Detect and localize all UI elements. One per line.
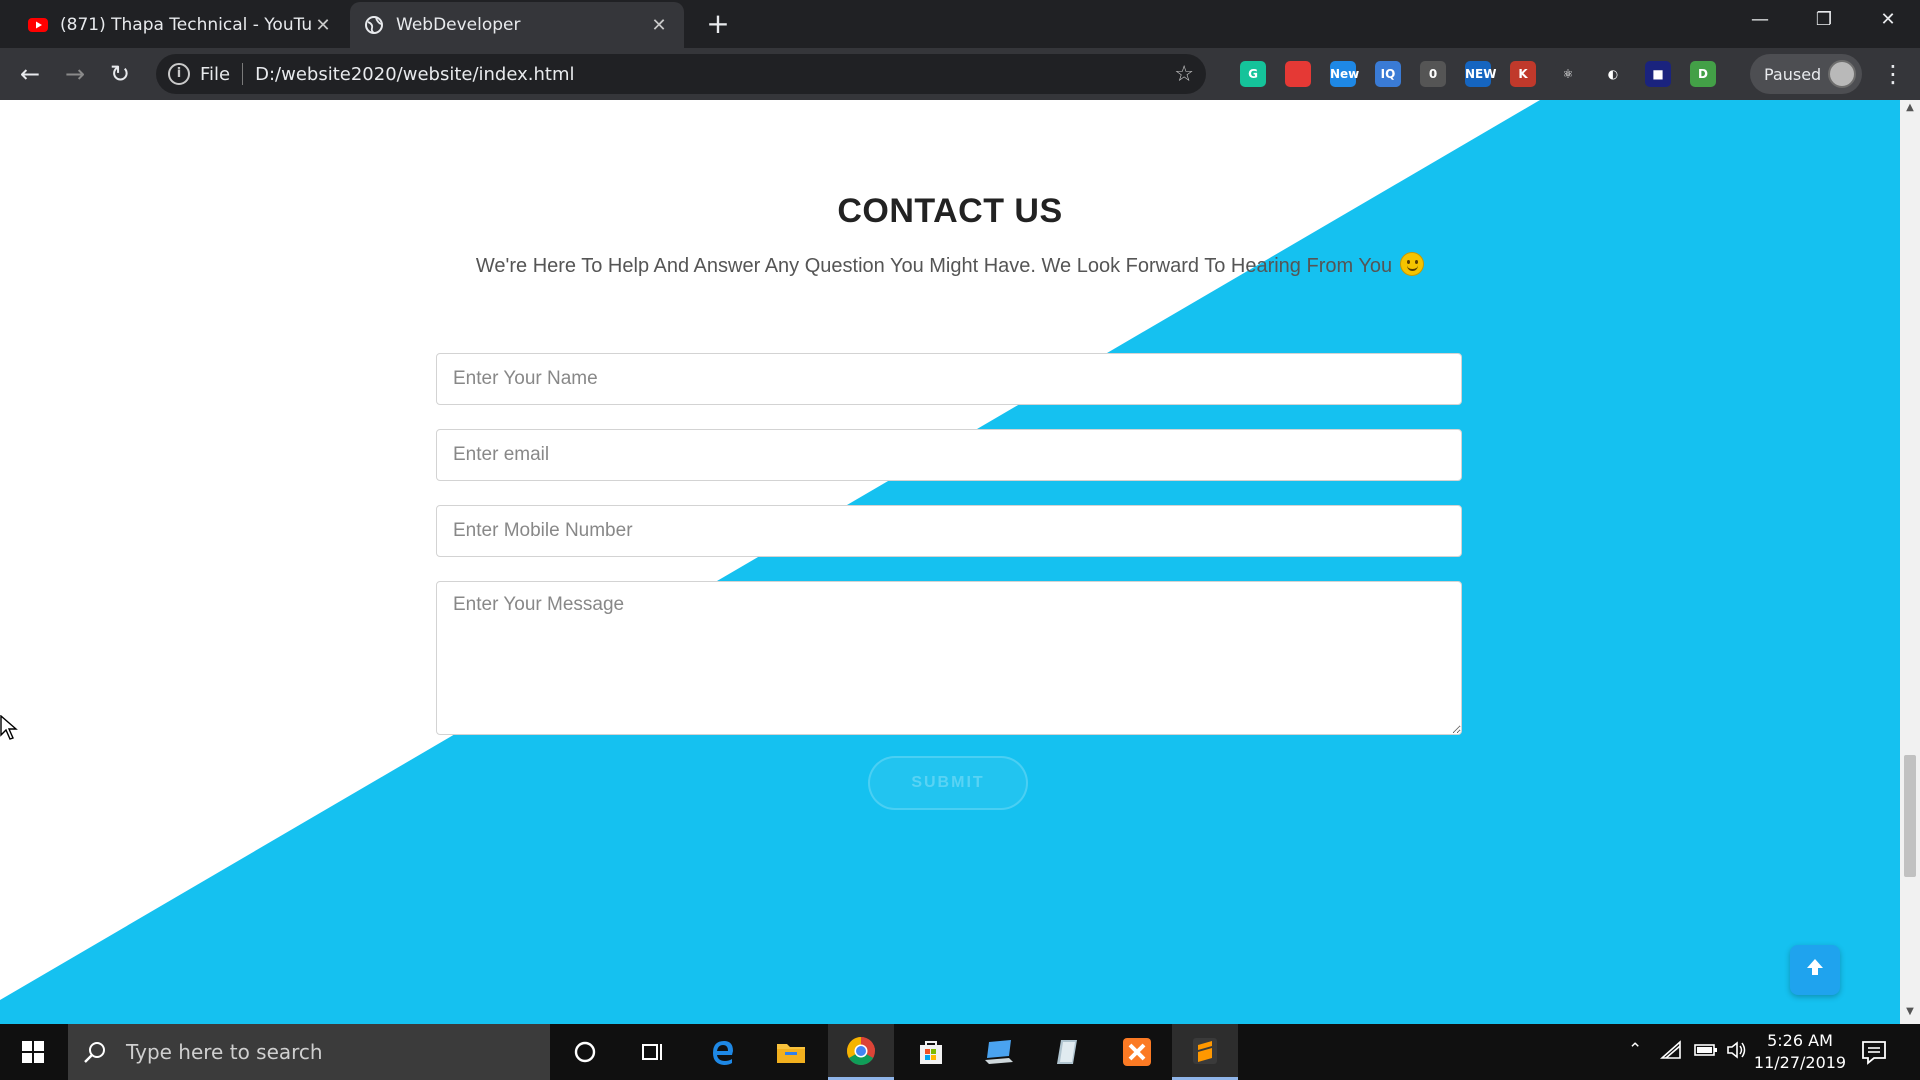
name-field[interactable]	[436, 353, 1462, 405]
scroll-down-icon[interactable]: ▼	[1900, 1006, 1920, 1022]
wifi-icon	[1659, 1040, 1681, 1059]
forward-arrow-icon[interactable]: →	[57, 56, 93, 92]
cortana-circle-icon	[574, 1041, 596, 1063]
info-icon[interactable]: i	[168, 63, 190, 85]
cortana-icon[interactable]	[552, 1024, 618, 1080]
youtube-icon	[28, 18, 48, 32]
iq-icon[interactable]: IQ	[1375, 61, 1401, 87]
browser-toolbar: ← → ↻ i File D:/website2020/website/inde…	[0, 48, 1920, 100]
square-blue-icon[interactable]: ■	[1645, 61, 1671, 87]
new-badge-icon[interactable]: NEW	[1465, 61, 1496, 87]
battery-plug-icon	[1694, 1044, 1717, 1056]
tab-webdeveloper[interactable]: WebDeveloper ✕	[350, 2, 684, 48]
chrome-logo-icon	[847, 1036, 875, 1065]
start-button[interactable]	[0, 1024, 66, 1080]
compass-icon[interactable]: ◐	[1600, 61, 1626, 87]
tab-youtube[interactable]: (871) Thapa Technical - YouTube ✕	[14, 2, 348, 48]
file-explorer-icon[interactable]	[758, 1024, 824, 1080]
task-view-glyph-icon	[642, 1044, 662, 1060]
minimize-icon[interactable]: —	[1728, 0, 1792, 40]
close-window-icon[interactable]: ✕	[1856, 0, 1920, 40]
search-icon	[84, 1042, 105, 1063]
battery-icon[interactable]	[1694, 1040, 1718, 1063]
clock-date: 11/27/2019	[1753, 1053, 1847, 1072]
smiley-icon	[1400, 252, 1425, 276]
xampp-logo-icon	[1123, 1038, 1151, 1066]
edge-icon[interactable]	[690, 1024, 756, 1080]
tab-title: (871) Thapa Technical - YouTube	[60, 15, 312, 35]
profile-button[interactable]: Paused	[1750, 54, 1862, 94]
scroll-to-top-button[interactable]	[1790, 945, 1840, 995]
laptop-icon	[985, 1040, 1013, 1064]
arrow-up-icon	[1807, 958, 1823, 975]
address-bar[interactable]: i File D:/website2020/website/index.html…	[156, 54, 1206, 94]
page-title: CONTACT US	[837, 192, 1063, 230]
bookmark-star-icon[interactable]: ☆	[1174, 62, 1194, 87]
page-subtitle: We're Here To Help And Answer Any Questi…	[0, 252, 1900, 278]
react-icon[interactable]: ⚛	[1555, 61, 1581, 87]
back-arrow-icon[interactable]: ←	[12, 56, 48, 92]
notepad-icon[interactable]	[1034, 1024, 1100, 1080]
volume-icon[interactable]	[1726, 1040, 1748, 1065]
store-bag-icon	[920, 1041, 942, 1064]
email-field[interactable]	[436, 429, 1462, 481]
vertical-scrollbar[interactable]: ▲ ▼	[1900, 100, 1920, 1024]
edge-e-icon	[713, 1041, 733, 1065]
reload-icon[interactable]: ↻	[102, 56, 138, 92]
scheme-label: File	[200, 63, 231, 85]
avatar	[1828, 60, 1856, 88]
diagonal-background	[0, 100, 1900, 1024]
sublime-logo-icon	[1193, 1037, 1217, 1064]
grammarly-icon[interactable]: G	[1240, 61, 1266, 87]
counter-icon[interactable]: 0	[1420, 61, 1446, 87]
omnibox-divider	[242, 63, 244, 85]
network-icon[interactable]	[1659, 1040, 1682, 1065]
windows-logo-icon	[22, 1041, 44, 1063]
search-placeholder: Type here to search	[126, 1040, 323, 1064]
message-field[interactable]	[436, 581, 1462, 735]
system-clock[interactable]: 5:26 AM 11/27/2019	[1752, 1030, 1848, 1074]
subtitle-text: We're Here To Help And Answer Any Questi…	[475, 255, 1393, 277]
close-tab-icon[interactable]: ✕	[648, 15, 670, 36]
tab-title: WebDeveloper	[396, 15, 521, 35]
action-center-icon[interactable]	[1860, 1038, 1888, 1066]
submit-button[interactable]: SUBMIT	[868, 756, 1028, 810]
mouse-pointer-icon	[0, 715, 18, 740]
close-tab-icon[interactable]: ✕	[312, 15, 334, 36]
notepad-page-icon	[1057, 1040, 1077, 1064]
scroll-up-icon[interactable]: ▲	[1900, 102, 1920, 118]
sublime-icon[interactable]	[1172, 1024, 1238, 1080]
restore-icon[interactable]: ❐	[1792, 0, 1856, 40]
store-icon[interactable]	[898, 1024, 964, 1080]
speaker-icon	[1727, 1041, 1746, 1059]
remote-desktop-icon[interactable]	[966, 1024, 1032, 1080]
tray-chevron-up-icon[interactable]: ⌃	[1628, 1040, 1642, 1060]
bookmark-red-icon[interactable]	[1285, 61, 1311, 87]
k-icon[interactable]: K	[1510, 61, 1536, 87]
folder-icon	[777, 1044, 805, 1063]
mail-new-icon[interactable]: New	[1330, 61, 1359, 87]
chrome-icon[interactable]	[828, 1024, 894, 1080]
url-text[interactable]: D:/website2020/website/index.html	[255, 64, 574, 85]
menu-kebab-icon[interactable]: ⋮	[1878, 56, 1908, 92]
profile-status: Paused	[1764, 64, 1822, 84]
task-view-icon[interactable]	[620, 1024, 686, 1080]
windows-taskbar: Type here to search ⌃ 5:26 AM 11/27/2019	[0, 1024, 1920, 1080]
clock-time: 5:26 AM	[1767, 1031, 1833, 1050]
taskbar-search-box[interactable]: Type here to search	[68, 1024, 550, 1080]
mobile-field[interactable]	[436, 505, 1462, 557]
browser-tab-strip: (871) Thapa Technical - YouTube ✕ WebDev…	[0, 0, 1920, 48]
page-viewport: CONTACT US We're Here To Help And Answer…	[0, 100, 1900, 1024]
scroll-thumb[interactable]	[1904, 755, 1916, 877]
d-icon[interactable]: D	[1690, 61, 1716, 87]
xampp-icon[interactable]	[1104, 1024, 1170, 1080]
new-tab-button[interactable]: +	[700, 6, 736, 42]
globe-icon	[365, 16, 383, 34]
